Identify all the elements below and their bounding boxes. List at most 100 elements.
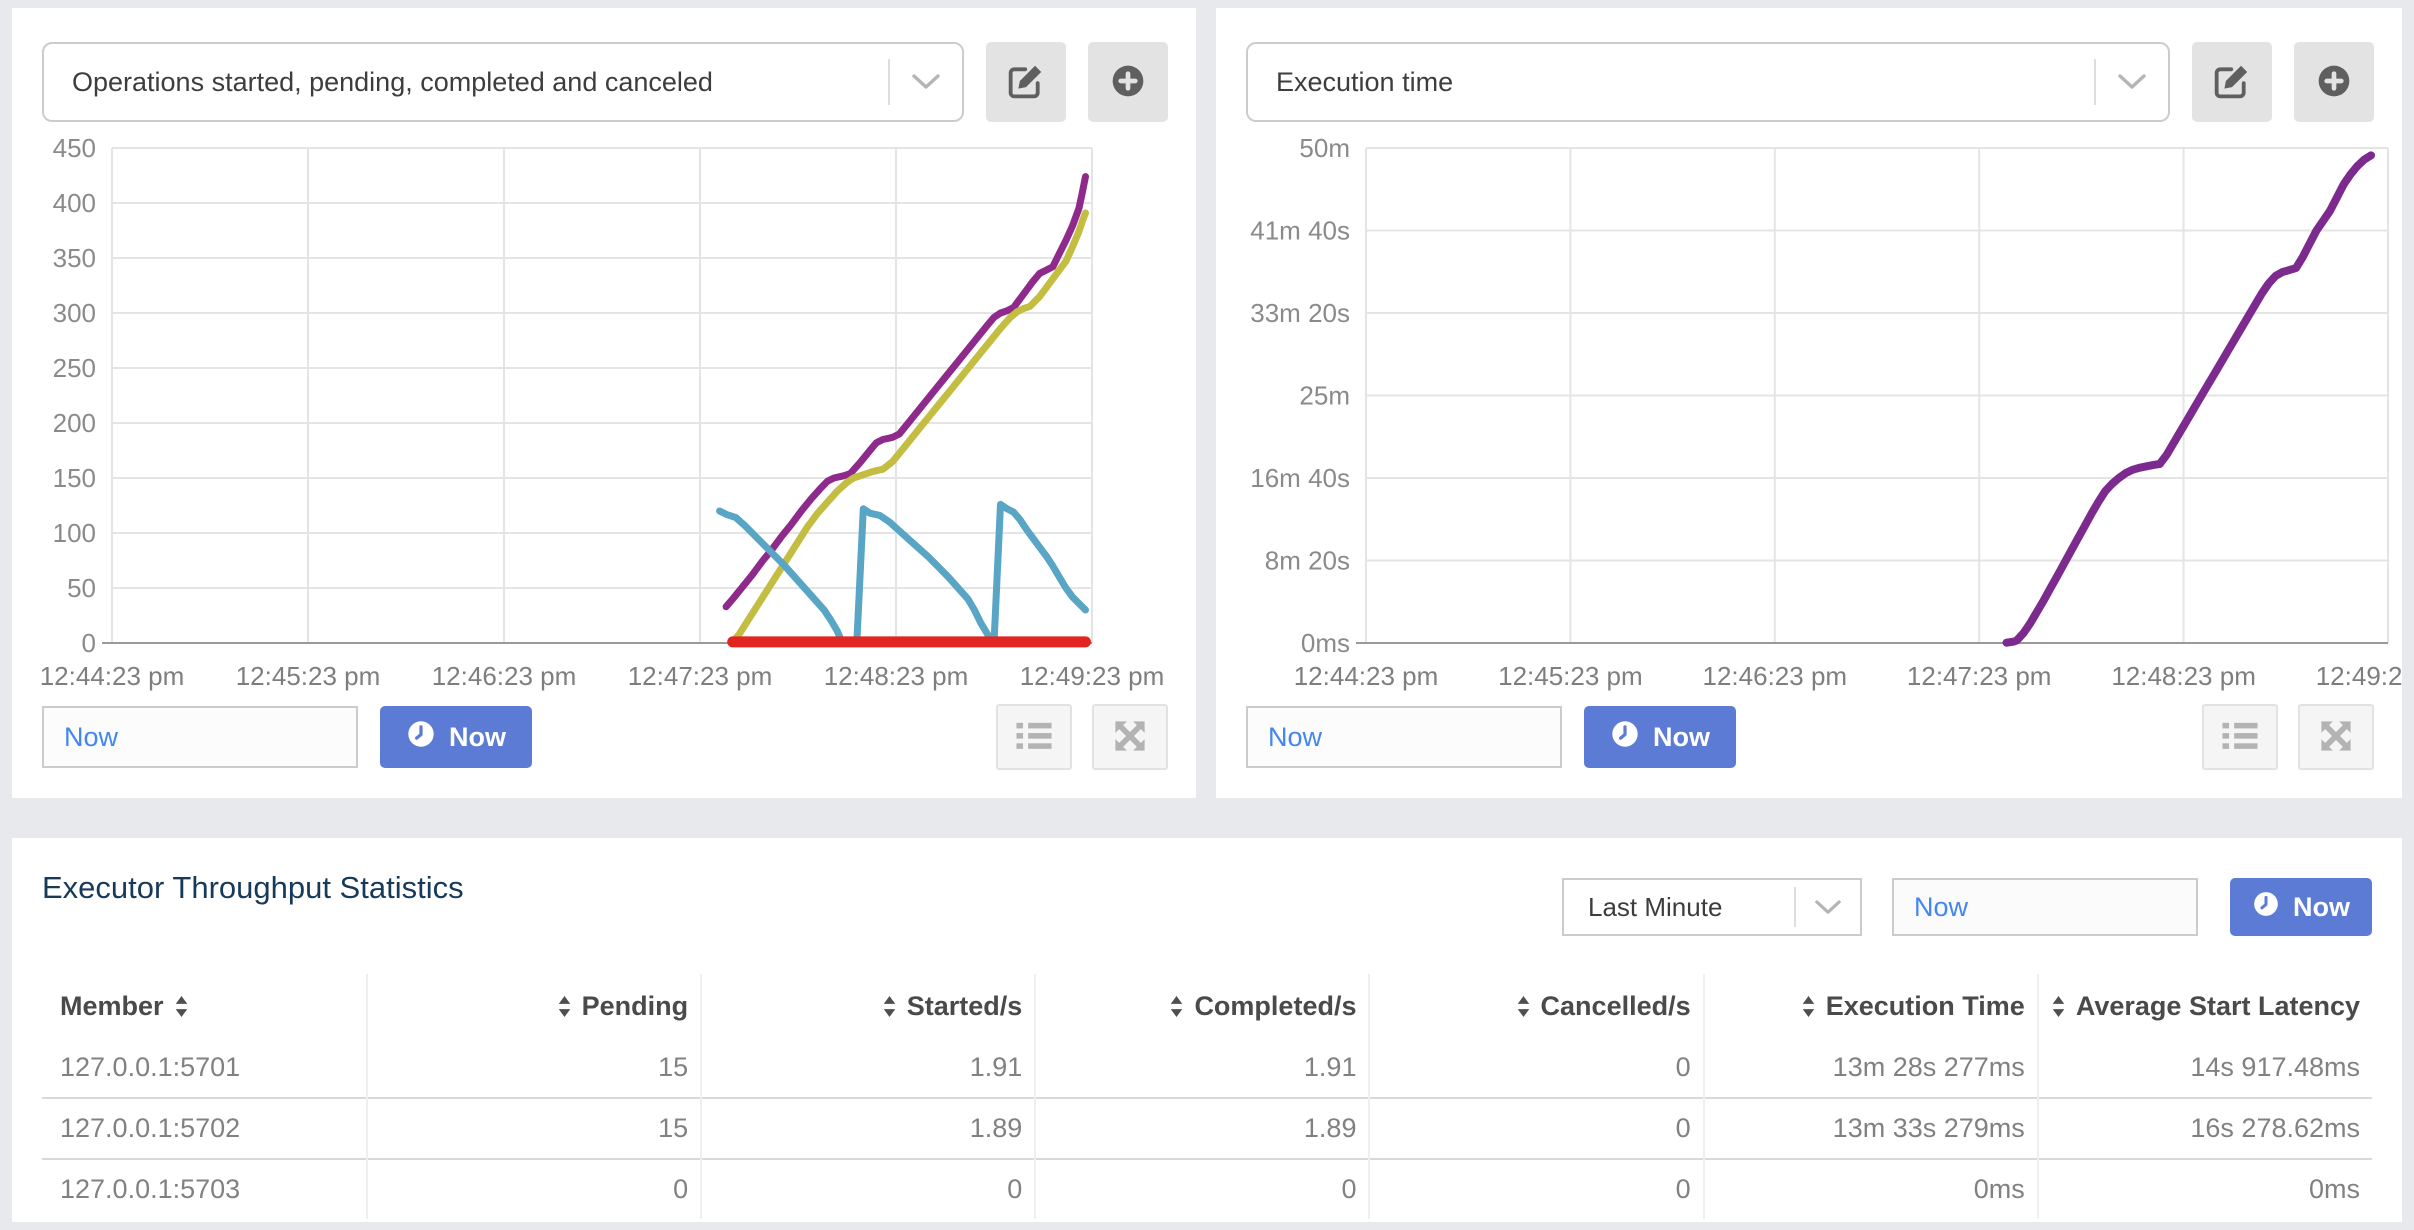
add-chart-button[interactable] [2294,42,2374,122]
edit-chart-button[interactable] [2192,42,2272,122]
plus-circle-icon [2315,62,2353,103]
x-tick-label: 12:45:23 pm [236,661,381,691]
value-cell: 0 [701,1159,1035,1219]
time-input-value: Now [1268,722,1322,753]
time-input-value: Now [1914,892,1968,923]
x-tick-label: 12:46:23 pm [432,661,577,691]
value-cell: 0 [1369,1159,1703,1219]
metric-select[interactable]: Execution time [1246,42,2170,122]
expand-chart-button[interactable] [1092,704,1168,770]
chart-header: Execution time [1246,42,2374,122]
series-execution-time-line [2007,155,2372,642]
column-header-average-start-latency[interactable]: Average Start Latency [2038,974,2372,1038]
y-tick-label: 33m 20s [1250,298,1350,328]
y-tick-label: 8m 20s [1265,546,1350,576]
column-header-cancelled-s[interactable]: Cancelled/s [1369,974,1703,1038]
x-tick-label: 12:44:23 pm [40,661,185,691]
column-header-completed-s[interactable]: Completed/s [1035,974,1369,1038]
sort-icon [2051,995,2066,1018]
execution-time-line-chart: 12:44:23 pm12:45:23 pm12:46:23 pm12:47:2… [1216,138,2402,708]
member-cell: 127.0.0.1:5702 [42,1098,367,1159]
member-cell: 127.0.0.1:5701 [42,1038,367,1098]
now-button-label: Now [449,722,506,753]
y-tick-label: 200 [53,408,96,438]
value-cell: 14s 917.48ms [2038,1038,2372,1098]
execution-time-chart-panel: Execution time 12:44:23 pm12:45:23 pm1 [1216,8,2402,798]
y-tick-label: 50m [1299,138,1350,163]
now-button-label: Now [1653,722,1710,753]
edit-chart-button[interactable] [986,42,1066,122]
table-row: 127.0.0.1:570300000ms0ms [42,1159,2372,1219]
edit-icon [1007,62,1045,103]
value-cell: 15 [367,1038,701,1098]
column-header-execution-time[interactable]: Execution Time [1704,974,2038,1038]
chevron-down-icon[interactable] [2094,59,2168,105]
x-tick-label: 12:48:23 pm [824,661,969,691]
column-header-pending[interactable]: Pending [367,974,701,1038]
value-cell: 15 [367,1098,701,1159]
now-button[interactable]: Now [380,706,532,768]
sort-icon [1516,995,1531,1018]
now-button-label: Now [2293,892,2350,923]
add-chart-button[interactable] [1088,42,1168,122]
y-tick-label: 25m [1299,381,1350,411]
y-tick-label: 250 [53,353,96,383]
value-cell: 0ms [1704,1159,2038,1219]
x-tick-label: 12:47:23 pm [1907,661,2052,691]
now-button[interactable]: Now [2230,878,2372,936]
operations-chart-panel: Operations started, pending, completed a… [12,8,1196,798]
clock-icon [2252,890,2280,925]
metric-select[interactable]: Operations started, pending, completed a… [42,42,964,122]
sort-icon [557,995,572,1018]
value-cell: 0 [1369,1098,1703,1159]
value-cell: 0 [1369,1038,1703,1098]
value-cell: 0 [1035,1159,1369,1219]
y-tick-label: 50 [67,573,96,603]
edit-icon [2213,62,2251,103]
x-tick-label: 12:49:23 pm [1020,661,1165,691]
y-tick-label: 0 [82,628,96,658]
range-select-value: Last Minute [1588,892,1722,923]
y-tick-label: 300 [53,298,96,328]
expand-arrows-icon [2316,716,2356,759]
y-tick-label: 0ms [1301,628,1350,658]
column-label: Cancelled/s [1541,991,1691,1022]
x-tick-label: 12:44:23 pm [1294,661,1439,691]
sort-icon [174,995,189,1018]
column-label: Member [60,991,164,1022]
now-button[interactable]: Now [1584,706,1736,768]
plus-circle-icon [1109,62,1147,103]
range-select[interactable]: Last Minute [1562,878,1862,936]
time-input[interactable]: Now [1892,878,2198,936]
x-tick-label: 12:48:23 pm [2111,661,2256,691]
column-header-member[interactable]: Member [42,974,367,1038]
chart-controls: Now Now [1246,704,2374,770]
column-label: Started/s [907,991,1023,1022]
chevron-down-icon[interactable] [1794,887,1860,927]
column-label: Execution Time [1826,991,2025,1022]
y-tick-label: 100 [53,518,96,548]
time-input[interactable]: Now [42,706,358,768]
list-icon [1013,717,1055,758]
column-label: Pending [582,991,689,1022]
clock-icon [1610,719,1640,756]
chart-header: Operations started, pending, completed a… [42,42,1168,122]
x-tick-label: 12:49:23 pm [2316,661,2402,691]
expand-chart-button[interactable] [2298,704,2374,770]
column-header-started-s[interactable]: Started/s [701,974,1035,1038]
y-tick-label: 150 [53,463,96,493]
legend-toggle-button[interactable] [996,704,1072,770]
column-label: Completed/s [1194,991,1356,1022]
table-row: 127.0.0.1:5701151.911.91013m 28s 277ms14… [42,1038,2372,1098]
value-cell: 0ms [2038,1159,2372,1219]
chart-controls: Now Now [42,704,1168,770]
chevron-down-icon[interactable] [888,59,962,105]
legend-toggle-button[interactable] [2202,704,2278,770]
value-cell: 16s 278.62ms [2038,1098,2372,1159]
sort-icon [882,995,897,1018]
time-input[interactable]: Now [1246,706,1562,768]
x-tick-label: 12:47:23 pm [628,661,773,691]
metric-select-value: Operations started, pending, completed a… [72,67,713,98]
y-tick-label: 41m 40s [1250,216,1350,246]
value-cell: 0 [367,1159,701,1219]
